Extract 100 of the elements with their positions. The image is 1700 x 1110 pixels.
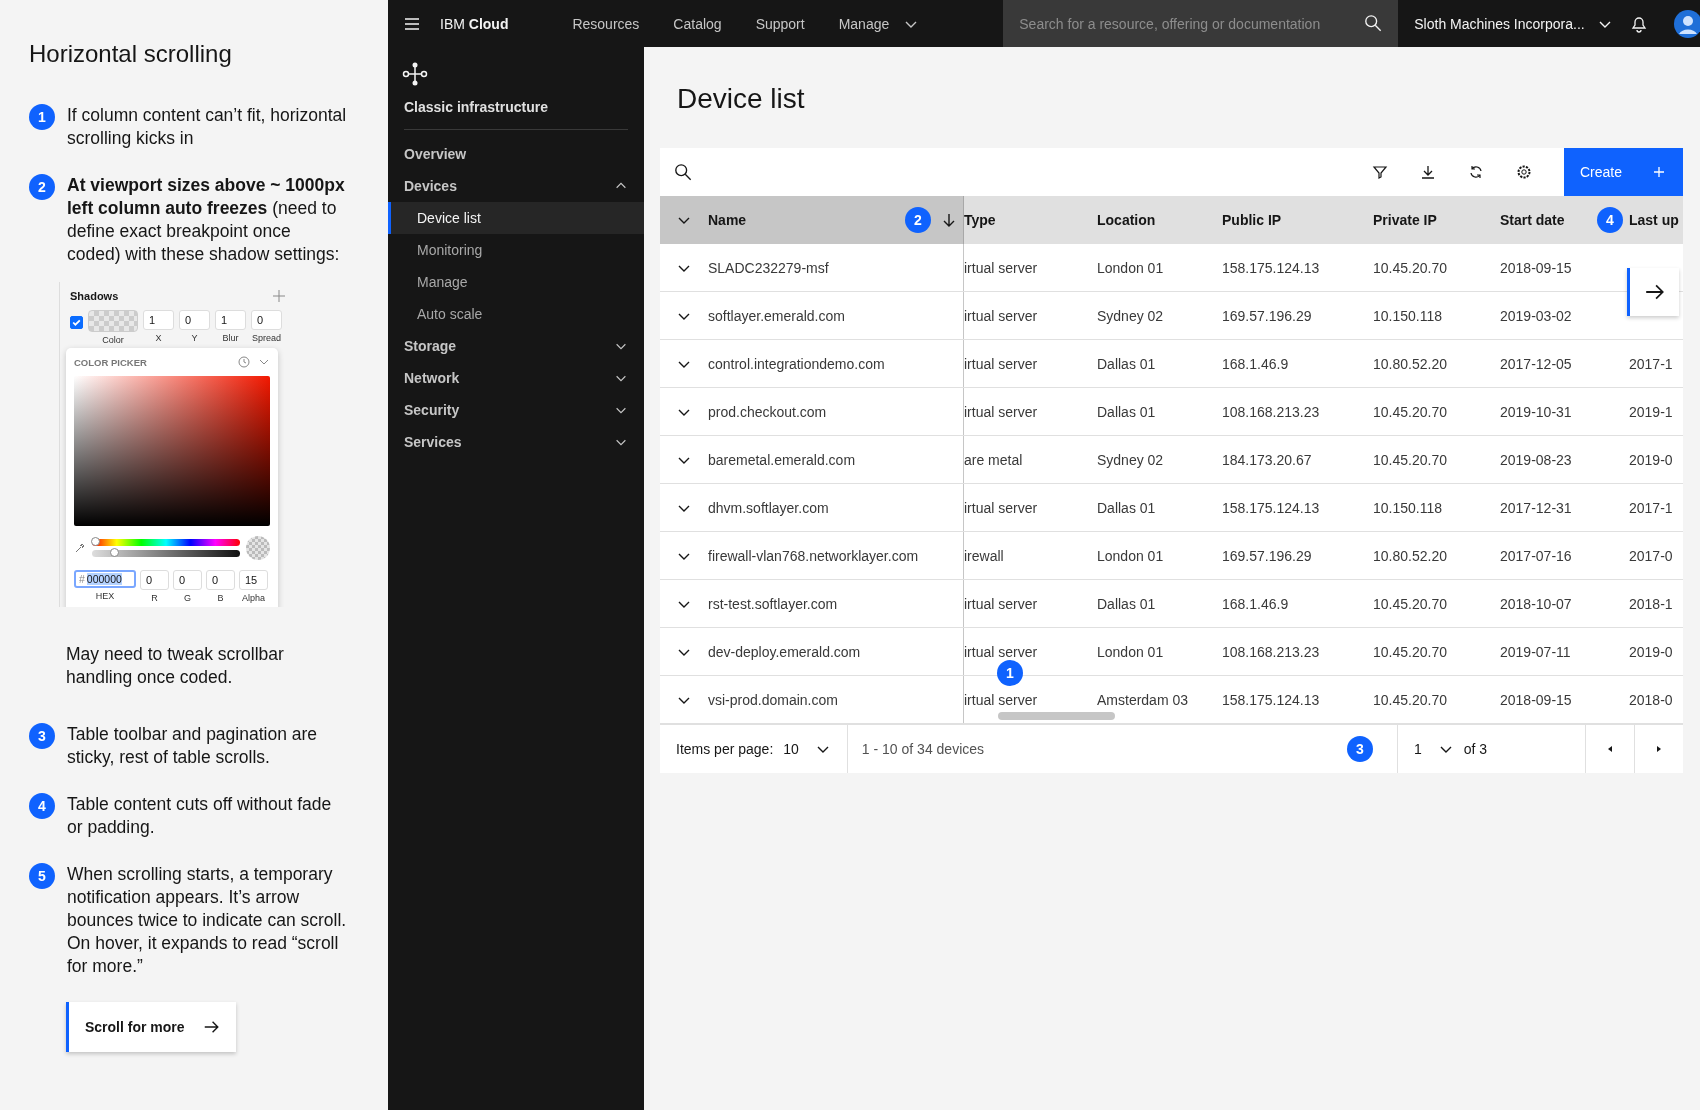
number-badge: 1 [997, 660, 1023, 686]
table-cell: 10.150.118 [1373, 307, 1443, 324]
table-cell: dev-deploy.emerald.com [708, 643, 861, 660]
table-cell: irtual server [964, 595, 1038, 612]
nav-link[interactable]: Manage [838, 15, 920, 32]
search-icon[interactable] [1364, 14, 1383, 32]
side-nav-subitem[interactable]: Device list [388, 202, 644, 234]
table-cell: 10.150.118 [1373, 499, 1443, 516]
table-cell: 2019-08-23 [1500, 451, 1572, 468]
table-cell: 169.57.196.29 [1222, 307, 1312, 324]
field-label: G [184, 593, 191, 603]
nav-link[interactable]: Resources [572, 15, 640, 32]
table-cell: vsi-prod.domain.com [708, 691, 838, 708]
table-cell: 2019-07-11 [1500, 643, 1571, 660]
side-nav-section[interactable]: Storage [388, 330, 644, 362]
number-field[interactable]: 0 [173, 570, 202, 590]
nav-link[interactable]: Support [755, 15, 805, 32]
number-field[interactable]: 0 [206, 570, 235, 590]
table-cell: rst-test.softlayer.com [708, 595, 838, 612]
hue-slider[interactable] [92, 539, 240, 546]
nav-link[interactable]: Catalog [673, 15, 722, 32]
table-cell: Dallas 01 [1097, 499, 1156, 516]
side-nav-section[interactable]: Network [388, 362, 644, 394]
page-select[interactable]: 1 [1414, 741, 1454, 757]
eyedropper-icon[interactable] [74, 542, 86, 554]
side-nav-subitem[interactable]: Auto scale [388, 298, 644, 330]
scroll-for-more-button[interactable]: Scroll for more [66, 1002, 236, 1052]
table-cell: 10.45.20.70 [1373, 259, 1447, 276]
color-swatch[interactable] [88, 310, 138, 332]
number-field[interactable]: 1 [215, 310, 246, 330]
refresh-icon[interactable] [1468, 164, 1484, 180]
number-field[interactable]: 0 [251, 310, 282, 330]
create-button[interactable]: Create [1564, 148, 1683, 196]
table-cell: 10.45.20.70 [1373, 451, 1447, 468]
table-cell: irtual server [964, 691, 1038, 708]
side-nav-section[interactable]: Services [388, 426, 644, 458]
avatar-icon[interactable] [1672, 8, 1700, 39]
table-cell: are metal [964, 451, 1023, 468]
note-text: If column content can’t fit, horizontal scrolling kicks in [67, 104, 348, 150]
table-cell: softlayer.emerald.com [708, 307, 845, 324]
menu-icon[interactable] [404, 15, 420, 32]
column-header[interactable]: Public IP [1222, 196, 1373, 244]
table-cell: 2017-1 [1629, 355, 1673, 372]
table-cell: 10.45.20.70 [1373, 403, 1447, 420]
opacity-slider[interactable] [92, 550, 240, 557]
table-cell: control.integrationdemo.com [708, 355, 885, 372]
number-field[interactable]: 15 [239, 570, 268, 590]
scrollbar-thumb[interactable] [998, 712, 1115, 720]
slider-thumb[interactable] [110, 548, 120, 557]
number-badge: 2 [905, 207, 931, 233]
number-field[interactable]: 0 [179, 310, 210, 330]
side-nav-subitem[interactable]: Monitoring [388, 234, 644, 266]
table-cell: 2018-0 [1629, 691, 1673, 708]
table-cell: 2019-0 [1629, 643, 1673, 660]
settings-icon[interactable] [1516, 164, 1532, 180]
slider-thumb[interactable] [90, 537, 100, 546]
table-cell: 158.175.124.13 [1222, 499, 1320, 516]
table-cell: 2018-1 [1629, 595, 1673, 612]
color-gradient-area[interactable] [74, 376, 270, 526]
hex-field[interactable]: # 000000 [74, 570, 136, 588]
column-header[interactable]: Name 2 [660, 196, 964, 244]
table-cell: 168.1.46.9 [1222, 595, 1289, 612]
table-cell: irtual server [964, 499, 1038, 516]
side-nav-subitem[interactable]: Manage [388, 266, 644, 298]
number-field[interactable]: 1 [143, 310, 174, 330]
number-field[interactable]: 0 [140, 570, 169, 590]
items-per-page-label: Items per page: [676, 741, 774, 757]
side-nav-title: Classic infrastructure [404, 99, 549, 115]
note-text: At viewport sizes above ~ 1000px left column auto freezes (need to define exact breakpoint once coded) with these shadow settings: [67, 174, 346, 266]
side-nav-item[interactable]: Overview [388, 138, 644, 170]
field-label: HEX [95, 591, 115, 601]
side-nav-section[interactable]: Security [388, 394, 644, 426]
table-cell: irtual server [964, 307, 1038, 324]
table-cell: London 01 [1097, 547, 1164, 564]
checkbox[interactable] [70, 316, 83, 329]
filter-icon[interactable] [1372, 164, 1388, 180]
search-field[interactable]: Search for a resource, offering or documentation [1003, 0, 1399, 47]
field-label: B [217, 593, 224, 603]
column-header[interactable]: Private IP [1373, 196, 1500, 244]
column-header[interactable]: 4 Last up [1597, 196, 1683, 244]
column-header[interactable]: Start date [1500, 196, 1597, 244]
field-label: X [155, 333, 162, 343]
page-total: of 3 [1463, 741, 1488, 757]
account-switcher[interactable]: Sloth Machines Incorpora... [1398, 0, 1629, 47]
table-cell: irtual server [964, 259, 1038, 276]
number-badge: 3 [1347, 736, 1373, 762]
side-nav-section[interactable]: Devices [388, 170, 644, 202]
table-cell: Dallas 01 [1097, 403, 1156, 420]
sort-arrow-icon[interactable] [941, 212, 957, 228]
download-icon[interactable] [1420, 164, 1436, 180]
search-icon[interactable] [674, 163, 692, 181]
column-header[interactable]: Location [1097, 196, 1222, 244]
number-badge: 5 [29, 863, 55, 889]
column-header[interactable]: Type [964, 196, 1097, 244]
brand-name[interactable]: IBM Cloud [440, 15, 509, 32]
scroll-hint-button[interactable] [1627, 268, 1679, 316]
note-text: When scrolling starts, a temporary notification appears. It’s arrow bounces twice to indicate can scroll. On hover, it expands to read “scroll for more.” [67, 863, 348, 978]
field-label: Alpha [242, 593, 265, 603]
table-cell: 2018-09-15 [1500, 691, 1572, 708]
items-per-page-select[interactable]: 10 [783, 741, 831, 757]
